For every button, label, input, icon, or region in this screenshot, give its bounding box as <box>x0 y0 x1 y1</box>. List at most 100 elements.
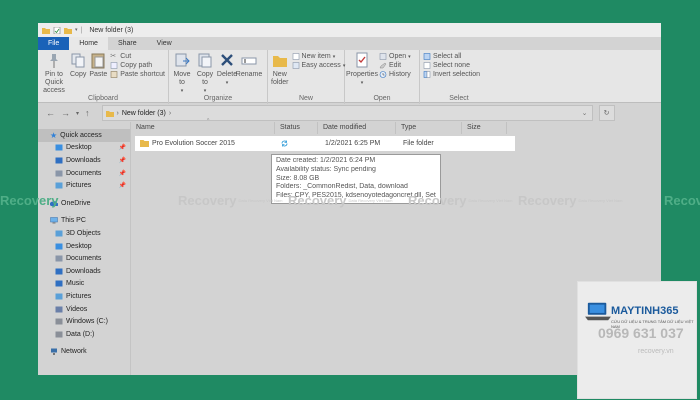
nav-network[interactable]: Network <box>38 346 130 359</box>
delete-x-icon <box>221 54 233 66</box>
desktop-icon <box>55 144 63 151</box>
network-icon <box>51 348 57 356</box>
logo-brand: MAYTINH365 <box>611 305 679 317</box>
properties-quick-icon[interactable] <box>53 26 61 34</box>
nav-pc-item[interactable]: Desktop <box>38 240 130 253</box>
nav-pc-item[interactable]: Data (D:) <box>38 328 130 341</box>
new-group-label: New <box>298 95 313 102</box>
new-item-button[interactable]: New item ▾ <box>292 53 346 60</box>
up-arrow-icon[interactable]: ↑ <box>85 108 90 118</box>
watermark-tagline: Data Recovery Viet Nam <box>578 198 623 203</box>
properties-icon <box>356 52 368 68</box>
organize-group: Move to ▾ Copy to ▾ Delete ▾ Rename Orga… <box>169 50 268 104</box>
select-all-icon <box>423 53 431 60</box>
rename-button[interactable]: Rename <box>235 52 263 79</box>
rename-label: Rename <box>235 71 263 78</box>
breadcrumb-chevron-icon[interactable]: › <box>169 110 171 117</box>
folder-icon <box>42 27 50 34</box>
tooltip-line: Availability status: Sync pending <box>276 165 376 173</box>
open-button[interactable]: Open ▾ <box>379 53 411 60</box>
nav-pc-item-label: Downloads <box>66 267 101 275</box>
nav-quick-item[interactable]: Downloads 📌 <box>38 154 130 167</box>
new-folder-quick-icon[interactable] <box>64 27 72 34</box>
copy-to-button[interactable]: Copy to ▾ <box>195 52 215 95</box>
watermark-brand: Recovery <box>408 193 467 208</box>
delete-button[interactable]: Delete ▾ <box>217 52 237 87</box>
back-arrow-icon[interactable]: ← <box>46 108 55 118</box>
move-to-icon <box>175 53 190 67</box>
history-button[interactable]: History <box>379 71 411 78</box>
nav-quick-item[interactable]: Pictures 📌 <box>38 179 130 192</box>
paste-button[interactable]: Paste <box>89 52 107 79</box>
select-none-button[interactable]: Select none <box>423 62 480 69</box>
quick-access-dropdown-icon[interactable]: ▾ <box>75 27 78 33</box>
properties-button[interactable]: Properties ▾ <box>346 52 378 87</box>
nav-quick-item[interactable]: Desktop 📌 <box>38 142 130 155</box>
nav-pc-item[interactable]: Windows (C:) <box>38 315 130 328</box>
column-header-date-modified[interactable]: Date modified <box>318 122 396 134</box>
select-group: Select all Select none Invert selection … <box>420 50 498 104</box>
tooltip-line: Date created: 1/2/2021 6:24 PM <box>276 157 376 164</box>
ribbon-tabs: File Home Share View <box>38 37 661 50</box>
nav-pc-item-label: Windows (C:) <box>66 318 109 326</box>
cut-button[interactable]: ✂ Cut <box>110 53 165 60</box>
new-folder-label: New folder <box>271 71 289 86</box>
nav-pc-item[interactable]: 3D Objects <box>38 227 130 240</box>
paste-shortcut-icon <box>110 71 118 78</box>
paste-label: Paste <box>89 71 108 78</box>
watermark: Recovery Data Recovery Viet Nam <box>408 193 513 208</box>
tab-home[interactable]: Home <box>69 37 108 50</box>
nav-this-pc[interactable]: This PC <box>38 215 130 228</box>
pictures-icon <box>55 182 63 189</box>
recent-locations-chevron-icon[interactable]: ▾ <box>76 110 79 117</box>
copy-button[interactable]: Copy <box>70 52 86 79</box>
file-date-modified: 1/2/2021 6:25 PM <box>325 140 381 147</box>
navigation-pane: ★ Quick access Desktop 📌 Downloads 📌 Documen… <box>38 122 131 375</box>
nav-pc-item[interactable]: Documents <box>38 252 130 265</box>
new-group: New folder New item ▾ Easy access ▾ New <box>268 50 345 104</box>
nav-pc-item[interactable]: Videos <box>38 303 130 316</box>
sync-pending-icon <box>281 140 288 147</box>
select-all-button[interactable]: Select all <box>423 53 480 60</box>
forward-arrow-icon[interactable]: → <box>61 108 70 118</box>
music-icon <box>55 280 63 287</box>
drive-icon <box>55 318 63 325</box>
watermark-tagline: Data Recovery Viet Nam <box>238 198 283 203</box>
refresh-button[interactable]: ↻ <box>598 105 615 121</box>
nav-network-label: Network <box>61 348 87 356</box>
copy-path-label: Copy path <box>120 62 153 69</box>
address-path[interactable]: New folder (3) <box>122 110 166 117</box>
new-folder-button[interactable]: New folder <box>271 52 289 87</box>
nav-pc-item[interactable]: Music <box>38 278 130 291</box>
easy-access-label: Easy access <box>301 62 341 69</box>
file-row[interactable]: Pro Evolution Soccer 2015 1/2/2021 6:25 … <box>135 136 515 151</box>
nav-pc-item[interactable]: Downloads <box>38 265 130 278</box>
easy-access-button[interactable]: Easy access ▾ <box>292 62 345 69</box>
nav-quick-access[interactable]: ★ Quick access <box>38 129 130 142</box>
address-history-chevron-icon[interactable]: ⌄ <box>582 109 588 117</box>
paste-shortcut-button[interactable]: Paste shortcut <box>110 71 165 78</box>
nav-pc-item-label: Desktop <box>66 242 92 250</box>
nav-pc-item[interactable]: Pictures <box>38 290 130 303</box>
watermark: Recovery Data Recovery Viet Nam <box>178 193 283 208</box>
invert-selection-button[interactable]: Invert selection <box>423 71 480 78</box>
copy-path-button[interactable]: Copy path <box>110 62 165 69</box>
pin-to-quick-access-button[interactable]: Pin to Quick access <box>41 52 67 95</box>
column-header-status[interactable]: Status <box>275 122 318 134</box>
tab-share[interactable]: Share <box>108 37 147 50</box>
watermark-brand: Recovery <box>664 193 700 208</box>
edit-button[interactable]: Edit <box>379 62 411 69</box>
column-header-type[interactable]: Type <box>396 122 462 134</box>
tab-view[interactable]: View <box>147 37 182 50</box>
nav-quick-item-label: Downloads <box>66 156 101 164</box>
tab-file[interactable]: File <box>38 37 70 50</box>
move-to-button[interactable]: Move to ▾ <box>172 52 192 95</box>
nav-quick-item[interactable]: Documents 📌 <box>38 167 130 180</box>
nav-onedrive-label: OneDrive <box>61 199 91 207</box>
address-bar[interactable]: › New folder (3) › ⌄ <box>101 105 593 121</box>
nav-pc-item-label: Data (D:) <box>66 330 95 338</box>
watermark: Recovery <box>0 193 59 208</box>
column-header-size[interactable]: Size <box>462 122 507 134</box>
history-label: History <box>389 71 411 78</box>
column-header-name[interactable]: Name <box>131 122 275 134</box>
